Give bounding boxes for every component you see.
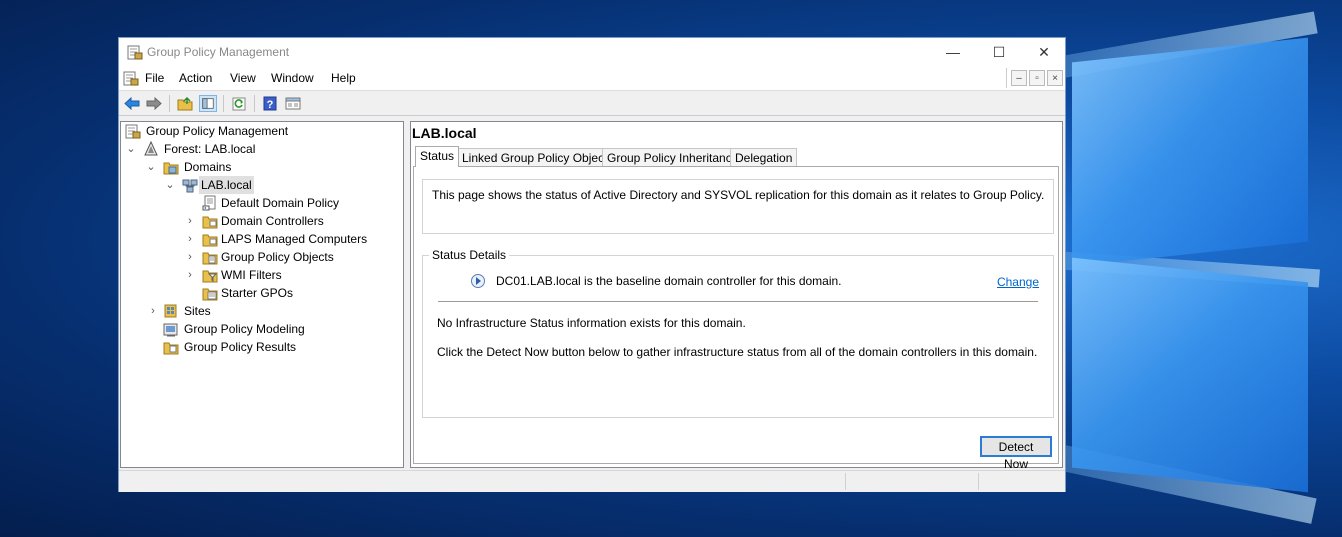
tree-label-forest: Forest: LAB.local [164, 142, 256, 156]
tree-label-domain: LAB.local [199, 176, 254, 194]
status-tab-panel: This page shows the status of Active Dir… [413, 166, 1059, 471]
starter-gpo-folder-icon [202, 288, 218, 301]
menu-help[interactable]: Help [331, 71, 356, 85]
status-bar-separator [845, 473, 846, 490]
detect-now-button[interactable]: Detect Now [980, 436, 1052, 471]
page-title: LAB.local [412, 125, 477, 141]
tree-label-group-policy-modeling: Group Policy Modeling [184, 322, 305, 336]
wallpaper-window-pane-top [1072, 37, 1308, 267]
back-icon[interactable] [123, 95, 141, 112]
tree-label-laps-managed-computers: LAPS Managed Computers [221, 232, 368, 246]
menu-file[interactable]: File [145, 71, 164, 85]
chevron-right-icon[interactable]: › [184, 248, 196, 266]
tree-label-sites: Sites [184, 304, 211, 318]
status-details-group: Status Details DC01.LAB.local is the bas… [422, 248, 1054, 418]
toolbar-separator [254, 95, 255, 112]
chevron-down-icon[interactable]: ⌄ [164, 176, 176, 194]
toolbar-separator [223, 95, 224, 112]
show-hide-tree-icon[interactable] [199, 95, 217, 112]
domains-folder-icon [163, 162, 179, 175]
tab-group-policy-inheritance[interactable]: Group Policy Inheritance [602, 148, 744, 166]
divider [438, 301, 1038, 302]
gpmc-app-icon [127, 45, 143, 60]
properties-icon[interactable] [284, 95, 302, 112]
sites-icon [164, 304, 177, 318]
refresh-icon[interactable] [230, 95, 248, 112]
tree-label-root: Group Policy Management [146, 124, 289, 138]
toolbar-separator [169, 95, 170, 112]
status-bar-separator [978, 473, 979, 490]
mmc-system-menu-icon[interactable] [123, 70, 139, 86]
menu-view[interactable]: View [230, 71, 256, 85]
svg-text:?: ? [267, 99, 274, 111]
mdi-minimize-button[interactable]: – [1011, 70, 1027, 86]
forward-icon[interactable] [145, 95, 163, 112]
menu-divider [1006, 68, 1007, 88]
gp-results-icon [163, 342, 179, 355]
gpmc-window: Group Policy Management — ☐ ✕ File Actio… [118, 37, 1066, 492]
info-arrow-icon [471, 274, 485, 288]
up-folder-icon[interactable] [176, 95, 194, 112]
tree-label-wmi-filters: WMI Filters [221, 268, 282, 282]
tree-label-default-domain-policy: Default Domain Policy [221, 196, 340, 210]
chevron-right-icon[interactable]: › [147, 302, 159, 320]
gpo-folder-icon [202, 252, 218, 265]
minimize-button[interactable]: — [930, 38, 976, 66]
chevron-right-icon[interactable]: › [184, 266, 196, 284]
change-link[interactable]: Change [997, 275, 1039, 289]
gp-modeling-icon [163, 323, 178, 337]
wallpaper-window-pane-bottom [1072, 257, 1308, 493]
baseline-dc-text: DC01.LAB.local is the baseline domain co… [496, 274, 842, 288]
status-bar [119, 470, 1065, 492]
gpmc-console-icon [125, 124, 141, 139]
mdi-close-button[interactable]: × [1047, 70, 1063, 86]
tree-label-starter-gpos: Starter GPOs [221, 286, 294, 300]
chevron-down-icon[interactable]: ⌄ [145, 158, 157, 176]
toolbar: ? [119, 90, 1065, 116]
tab-delegation[interactable]: Delegation [730, 148, 798, 166]
maximize-button[interactable]: ☐ [976, 38, 1022, 66]
ou-folder-icon [202, 234, 218, 247]
window-title: Group Policy Management [147, 45, 290, 59]
chevron-right-icon[interactable]: › [184, 230, 196, 248]
details-pane: LAB.local Status Linked Group Policy Obj… [410, 121, 1063, 471]
close-button[interactable]: ✕ [1021, 38, 1067, 66]
no-infrastructure-text: No Infrastructure Status information exi… [437, 316, 746, 330]
status-details-label: Status Details [429, 248, 510, 262]
menu-bar: File Action View Window Help – ▫ × [119, 66, 1065, 90]
tab-linked-group-policy-objects[interactable]: Linked Group Policy Objects [457, 148, 619, 166]
detect-instruction-text: Click the Detect Now button below to gat… [437, 345, 1038, 359]
forest-icon [144, 141, 158, 156]
ou-folder-icon [202, 216, 218, 229]
tree-label-group-policy-results: Group Policy Results [184, 340, 297, 354]
info-box: This page shows the status of Active Dir… [422, 179, 1054, 234]
chevron-right-icon[interactable]: › [184, 212, 196, 230]
info-text: This page shows the status of Active Dir… [432, 188, 1045, 202]
help-icon[interactable]: ? [261, 95, 279, 112]
domain-icon [182, 179, 198, 193]
menu-action[interactable]: Action [179, 71, 212, 85]
console-tree: Group Policy Management ⌄ Forest: LAB.lo… [120, 121, 404, 468]
mdi-restore-button[interactable]: ▫ [1029, 70, 1045, 86]
tree-label-domains: Domains [184, 160, 232, 174]
wmi-filter-folder-icon [202, 270, 218, 283]
chevron-down-icon[interactable]: ⌄ [125, 140, 137, 158]
menu-window[interactable]: Window [271, 71, 314, 85]
tab-status[interactable]: Status [415, 146, 460, 167]
tree-label-domain-controllers: Domain Controllers [221, 214, 324, 228]
title-bar[interactable]: Group Policy Management — ☐ ✕ [119, 38, 1065, 66]
tree-label-group-policy-objects: Group Policy Objects [221, 250, 334, 264]
gpo-link-icon [202, 195, 216, 211]
